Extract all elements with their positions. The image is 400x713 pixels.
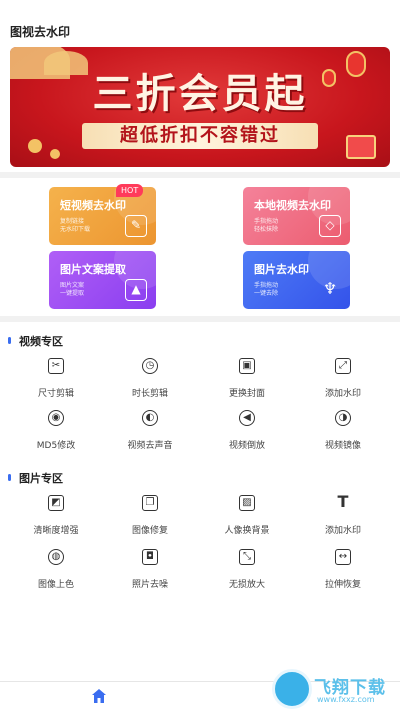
tool-label: 人像换背景 bbox=[224, 526, 270, 536]
tool-label: 无损放大 bbox=[228, 580, 265, 590]
card-title: 本地视频去水印 bbox=[254, 199, 331, 212]
card-subtitle: 一键提取 bbox=[60, 290, 85, 297]
text-t-icon: T bbox=[337, 492, 349, 511]
tool-denoise[interactable]: ◘ 照片去噪 bbox=[114, 549, 186, 590]
tool-lossless-enlarge[interactable]: ⤡ 无损放大 bbox=[211, 549, 283, 590]
rewind-icon: ◀ bbox=[239, 410, 255, 426]
lock-file-icon: ◉ bbox=[48, 410, 64, 426]
tool-label: 视频倒放 bbox=[228, 441, 265, 451]
card-subtitle: 轻松抹除 bbox=[254, 226, 279, 233]
magic-wand-icon: ✎ bbox=[125, 215, 147, 237]
site-watermark: 飞翔下载 www.fxxz.com bbox=[272, 669, 392, 711]
enlarge-icon: ⤡ bbox=[239, 549, 255, 565]
banner-headline: 三折会员起 bbox=[92, 71, 308, 117]
tool-image-add-watermark[interactable]: T 添加水印 bbox=[307, 492, 379, 537]
tool-image-repair[interactable]: ❐ 图像修复 bbox=[114, 495, 186, 536]
gift-box-icon bbox=[346, 135, 376, 159]
camera-icon: ◘ bbox=[142, 549, 158, 565]
tool-label: 尺寸剪辑 bbox=[37, 389, 74, 399]
tool-label: 视频镜像 bbox=[324, 441, 361, 451]
mirror-icon: ◑ bbox=[335, 410, 351, 426]
tool-mirror[interactable]: ◑ 视频镜像 bbox=[307, 410, 379, 451]
tool-label: MD5修改 bbox=[36, 441, 76, 451]
app-title: 图视去水印 bbox=[10, 25, 71, 39]
hd-icon: ◩ bbox=[48, 495, 64, 511]
card-subtitle: 无水印下载 bbox=[60, 226, 91, 233]
tool-label: 视频去声音 bbox=[127, 441, 173, 451]
scissors-icon: ✂ bbox=[48, 358, 64, 374]
pen-nib-icon: ♆ bbox=[322, 279, 338, 298]
add-watermark-icon: ⤢ bbox=[335, 358, 351, 374]
stretch-icon: ↔ bbox=[335, 549, 351, 565]
tool-duration-clip[interactable]: ◷ 时长剪辑 bbox=[114, 358, 186, 399]
card-local-video-watermark[interactable]: 本地视频去水印 手指拖动 轻松抹除 ◇ bbox=[243, 187, 350, 245]
tool-colorize[interactable]: ◍ 图像上色 bbox=[20, 549, 92, 590]
section-marker bbox=[8, 337, 11, 344]
tool-label: 清晰度增强 bbox=[33, 526, 79, 536]
tool-sharpen[interactable]: ◩ 清晰度增强 bbox=[20, 495, 92, 536]
tool-label: 图像修复 bbox=[131, 526, 168, 536]
eraser-icon: ◇ bbox=[319, 215, 341, 237]
section-title-image: 图片专区 bbox=[19, 472, 63, 485]
tool-portrait-background[interactable]: ▨ 人像换背景 bbox=[211, 495, 283, 536]
tool-label: 图像上色 bbox=[37, 580, 74, 590]
decor-coin bbox=[50, 149, 60, 159]
card-title: 短视频去水印 bbox=[60, 199, 126, 212]
tool-label: 时长剪辑 bbox=[131, 389, 168, 399]
mute-icon: ◐ bbox=[142, 410, 158, 426]
card-title: 图片文案提取 bbox=[60, 263, 126, 276]
clock-icon: ◷ bbox=[142, 358, 158, 374]
banner-subline: 超低折扣不容错过 bbox=[82, 123, 318, 149]
tool-label: 拉伸恢复 bbox=[324, 580, 361, 590]
promo-banner[interactable]: 三折会员起 超低折扣不容错过 bbox=[10, 47, 390, 167]
decor-coin bbox=[28, 139, 42, 153]
layers-icon: ❐ bbox=[142, 495, 158, 511]
cover-image-icon: ▣ bbox=[239, 358, 255, 374]
card-image-text-extract[interactable]: 图片文案提取 图片文案 一键提取 ▲ bbox=[49, 251, 156, 309]
section-title-video: 视频专区 bbox=[19, 335, 63, 348]
tool-label: 添加水印 bbox=[324, 389, 361, 399]
divider bbox=[0, 316, 400, 322]
tool-remove-audio[interactable]: ◐ 视频去声音 bbox=[114, 410, 186, 451]
divider bbox=[0, 172, 400, 178]
card-title: 图片去水印 bbox=[254, 263, 309, 276]
watermark-logo bbox=[272, 669, 312, 709]
card-image-watermark[interactable]: 图片去水印 手指拖动 一键去除 ♆ bbox=[243, 251, 350, 309]
portrait-bg-icon: ▨ bbox=[239, 495, 255, 511]
tool-reverse[interactable]: ◀ 视频倒放 bbox=[211, 410, 283, 451]
section-marker bbox=[8, 474, 11, 481]
tool-md5-modify[interactable]: ◉ MD5修改 bbox=[20, 410, 92, 451]
tool-stretch-restore[interactable]: ↔ 拉伸恢复 bbox=[307, 549, 379, 590]
card-subtitle: 一键去除 bbox=[254, 290, 279, 297]
tool-label: 添加水印 bbox=[324, 526, 361, 536]
image-icon: ▲ bbox=[125, 279, 147, 301]
tool-add-watermark[interactable]: ⤢ 添加水印 bbox=[307, 358, 379, 399]
tool-size-clip[interactable]: ✂ 尺寸剪辑 bbox=[20, 358, 92, 399]
tool-label: 照片去噪 bbox=[131, 580, 168, 590]
palette-icon: ◍ bbox=[48, 549, 64, 565]
watermark-url: www.fxxz.com bbox=[317, 695, 375, 704]
home-icon[interactable] bbox=[91, 688, 107, 704]
hot-badge: HOT bbox=[116, 184, 144, 197]
tool-change-cover[interactable]: ▣ 更换封面 bbox=[211, 358, 283, 399]
tool-label: 更换封面 bbox=[228, 389, 265, 399]
